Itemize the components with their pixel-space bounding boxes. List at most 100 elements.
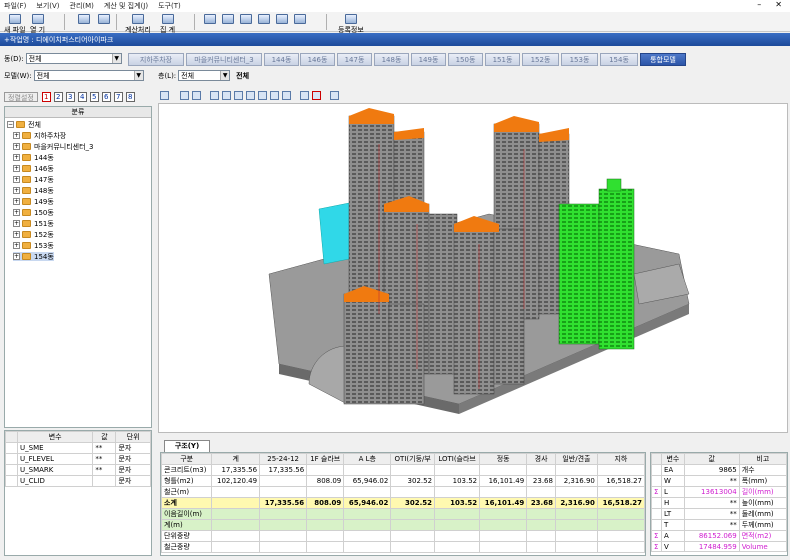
expand-icon[interactable]: + (13, 143, 20, 150)
view-top-icon[interactable] (258, 90, 267, 100)
expand-icon[interactable]: + (13, 209, 20, 216)
table-row[interactable]: 콘크리트(m3) 17,335.56 17,335.56 (161, 464, 645, 476)
tab-building-9[interactable]: 152동 (522, 53, 559, 66)
view-iso-icon[interactable] (282, 90, 291, 100)
view-bottom-icon[interactable] (270, 90, 279, 100)
num-button-2[interactable]: 2 (53, 92, 63, 102)
table-row[interactable]: T ** 두께(mm) (651, 519, 788, 531)
tree-item[interactable]: +151동 (13, 219, 54, 228)
table-row[interactable]: U_FLEVEL ** 문자 (5, 453, 151, 465)
table-row[interactable]: 철근중량 (161, 541, 645, 553)
menu-manage[interactable]: 관리(M) (70, 1, 94, 11)
tree-item[interactable]: +147동 (13, 175, 54, 184)
table-row[interactable]: 철근(m) (161, 486, 645, 498)
tab-building-11[interactable]: 154동 (600, 53, 638, 66)
table-row[interactable]: Σ V 17484.959 Volume (651, 541, 788, 552)
tab-building-7[interactable]: 150동 (448, 53, 483, 66)
tree-item[interactable]: +152동 (13, 230, 54, 239)
menu-file[interactable]: 파일(F) (4, 1, 26, 11)
expand-icon[interactable]: + (13, 187, 20, 194)
num-button-8[interactable]: 8 (125, 92, 135, 102)
table-row[interactable]: 계(m) (161, 519, 645, 531)
minimize-button[interactable]: – (757, 0, 761, 12)
tab-building-12[interactable]: 통합모델 (640, 53, 686, 66)
grid-check-button[interactable] (258, 14, 270, 24)
calc-button[interactable]: 계산처리 (125, 14, 151, 35)
properties-button[interactable]: 등록정보 (338, 14, 364, 35)
floor-select[interactable]: 전체 ▼ (178, 70, 231, 81)
num-button-6[interactable]: 6 (101, 92, 111, 102)
table-row[interactable]: 소계 17,335.56 808.09 65,946.02 302.52 103.52 16… (161, 497, 645, 509)
num-button-3[interactable]: 3 (65, 92, 75, 102)
collapse-icon[interactable]: − (7, 121, 14, 128)
expand-icon[interactable]: + (13, 231, 20, 238)
tree-item[interactable]: +148동 (13, 186, 54, 195)
num-button-7[interactable]: 7 (113, 92, 123, 102)
tree-item[interactable]: +153동 (13, 241, 54, 250)
expand-icon[interactable]: + (13, 176, 20, 183)
model-viewport[interactable] (158, 103, 788, 433)
table-row[interactable]: EA 9865 개수 (651, 464, 788, 476)
tab-building-1[interactable]: 마을커뮤니티센터_3 (186, 53, 262, 66)
view-zoom-icon[interactable] (192, 90, 201, 100)
table-row[interactable]: Σ A 86152.069 면적(m2) (651, 530, 788, 542)
view-shade-icon[interactable] (330, 90, 339, 100)
table-row[interactable]: U_CLID 문자 (5, 475, 151, 487)
grid-button[interactable] (204, 14, 216, 24)
tree-item[interactable]: +150동 (13, 208, 54, 217)
expand-icon[interactable]: + (13, 220, 20, 227)
tab-building-4[interactable]: 147동 (337, 53, 372, 66)
table-row[interactable]: U_SME ** 문자 (5, 442, 151, 454)
expand-icon[interactable]: + (13, 165, 20, 172)
tree-item[interactable]: + 마을커뮤니티센터_3 (13, 142, 93, 151)
view-left-icon[interactable] (234, 90, 243, 100)
grid-dots-button[interactable] (294, 14, 306, 24)
tab-building-0[interactable]: 지하주차장 (128, 53, 184, 66)
expand-icon[interactable]: + (13, 198, 20, 205)
table-row[interactable]: LT ** 둘레(mm) (651, 508, 788, 520)
view-orbit-icon[interactable] (180, 90, 189, 100)
table-row[interactable]: Σ L 13613004 길이(mm) (651, 486, 788, 498)
tab-building-2[interactable]: 144동 (264, 53, 299, 66)
view-list-icon[interactable] (300, 90, 309, 100)
view-front-icon[interactable] (210, 90, 219, 100)
view-color-icon[interactable] (312, 90, 321, 100)
table-row[interactable]: H ** 높이(mm) (651, 497, 788, 509)
tab-building-10[interactable]: 153동 (561, 53, 598, 66)
table-row[interactable]: 단위중량 (161, 530, 645, 542)
menu-view[interactable]: 보기(V) (36, 1, 59, 11)
table-row[interactable]: 형틀(m2) 102,120.49 808.09 65,946.02 302.52 103… (161, 475, 645, 487)
grid-edit-button[interactable] (222, 14, 234, 24)
dong-select[interactable]: 전체 ▼ (25, 53, 122, 64)
expand-icon[interactable]: + (13, 132, 20, 139)
table-row[interactable]: 이음길이(m) (161, 508, 645, 520)
num-button-1[interactable]: 1 (41, 92, 51, 102)
sum-button[interactable]: 집 계 (160, 14, 175, 35)
new-file-button[interactable]: 새 파일 (4, 14, 26, 35)
tree-item[interactable]: + 지하주차장 (13, 131, 66, 140)
tree-root[interactable]: − 전체 (7, 120, 41, 129)
tab-building-5[interactable]: 148동 (374, 53, 409, 66)
open-button[interactable]: 열 기 (30, 14, 45, 35)
grid-pencil-button[interactable] (276, 14, 288, 24)
expand-icon[interactable]: + (13, 154, 20, 161)
tree-item[interactable]: +149동 (13, 197, 54, 206)
tree-item[interactable]: +144동 (13, 153, 54, 162)
num-button-5[interactable]: 5 (89, 92, 99, 102)
tab-building-3[interactable]: 146동 (300, 53, 335, 66)
tree-item[interactable]: +146동 (13, 164, 54, 173)
search-button[interactable] (78, 14, 90, 24)
align-button[interactable]: 정렬설정 (4, 92, 38, 102)
expand-icon[interactable]: + (13, 253, 20, 260)
menu-tools[interactable]: 도구(T) (158, 1, 181, 11)
num-button-4[interactable]: 4 (77, 92, 87, 102)
view-right-icon[interactable] (246, 90, 255, 100)
tab-building-8[interactable]: 151동 (485, 53, 520, 66)
menu-calc[interactable]: 계산 및 집계(J) (104, 1, 148, 11)
expand-icon[interactable]: + (13, 242, 20, 249)
model-select[interactable]: 전체 ▼ (33, 70, 144, 81)
view-back-icon[interactable] (222, 90, 231, 100)
table-row[interactable]: W ** 폭(mm) (651, 475, 788, 487)
tree-item[interactable]: +154동 (13, 252, 54, 261)
search-alt-button[interactable] (98, 14, 110, 24)
